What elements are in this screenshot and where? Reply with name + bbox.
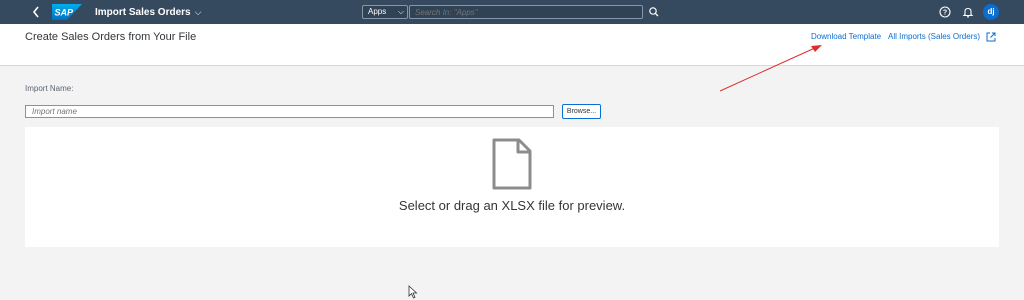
import-name-label: Import Name: [25, 84, 74, 93]
page-header: Create Sales Orders from Your File Downl… [0, 24, 1024, 66]
sap-logo: SAP [52, 4, 82, 20]
open-in-new-window-icon[interactable] [985, 31, 997, 43]
file-drop-zone[interactable]: Select or drag an XLSX file for preview. [25, 127, 999, 247]
back-button[interactable] [28, 3, 44, 21]
notification-bell-icon[interactable] [961, 5, 975, 19]
download-template-link[interactable]: Download Template [811, 32, 881, 41]
search-scope-select[interactable]: Apps ⌵ [362, 5, 408, 19]
chevron-down-icon: ⌵ [194, 7, 202, 17]
page-title: Create Sales Orders from Your File [25, 31, 197, 43]
search-icon[interactable] [647, 5, 661, 19]
chevron-down-icon: ⌵ [397, 7, 404, 16]
user-avatar[interactable]: dj [983, 4, 999, 20]
mouse-pointer-icon [408, 285, 418, 299]
help-icon[interactable]: ? [938, 5, 952, 19]
all-imports-link[interactable]: All Imports (Sales Orders) [888, 32, 980, 41]
search-scope-value: Apps [368, 7, 387, 16]
app-title-menu[interactable]: Import Sales Orders ⌵ [95, 0, 201, 24]
app-title: Import Sales Orders [95, 7, 191, 18]
browse-button[interactable]: Browse... [562, 104, 601, 119]
search-input[interactable] [409, 5, 643, 19]
import-name-input[interactable] [25, 105, 554, 118]
chevron-left-icon [32, 6, 39, 18]
document-icon [492, 138, 532, 190]
sap-logo-text: SAP [55, 8, 75, 18]
svg-text:?: ? [943, 10, 947, 17]
drop-zone-message: Select or drag an XLSX file for preview. [398, 198, 626, 213]
shell-bar: SAP Import Sales Orders⌵ Apps ⌵ ? dj [0, 0, 1024, 24]
